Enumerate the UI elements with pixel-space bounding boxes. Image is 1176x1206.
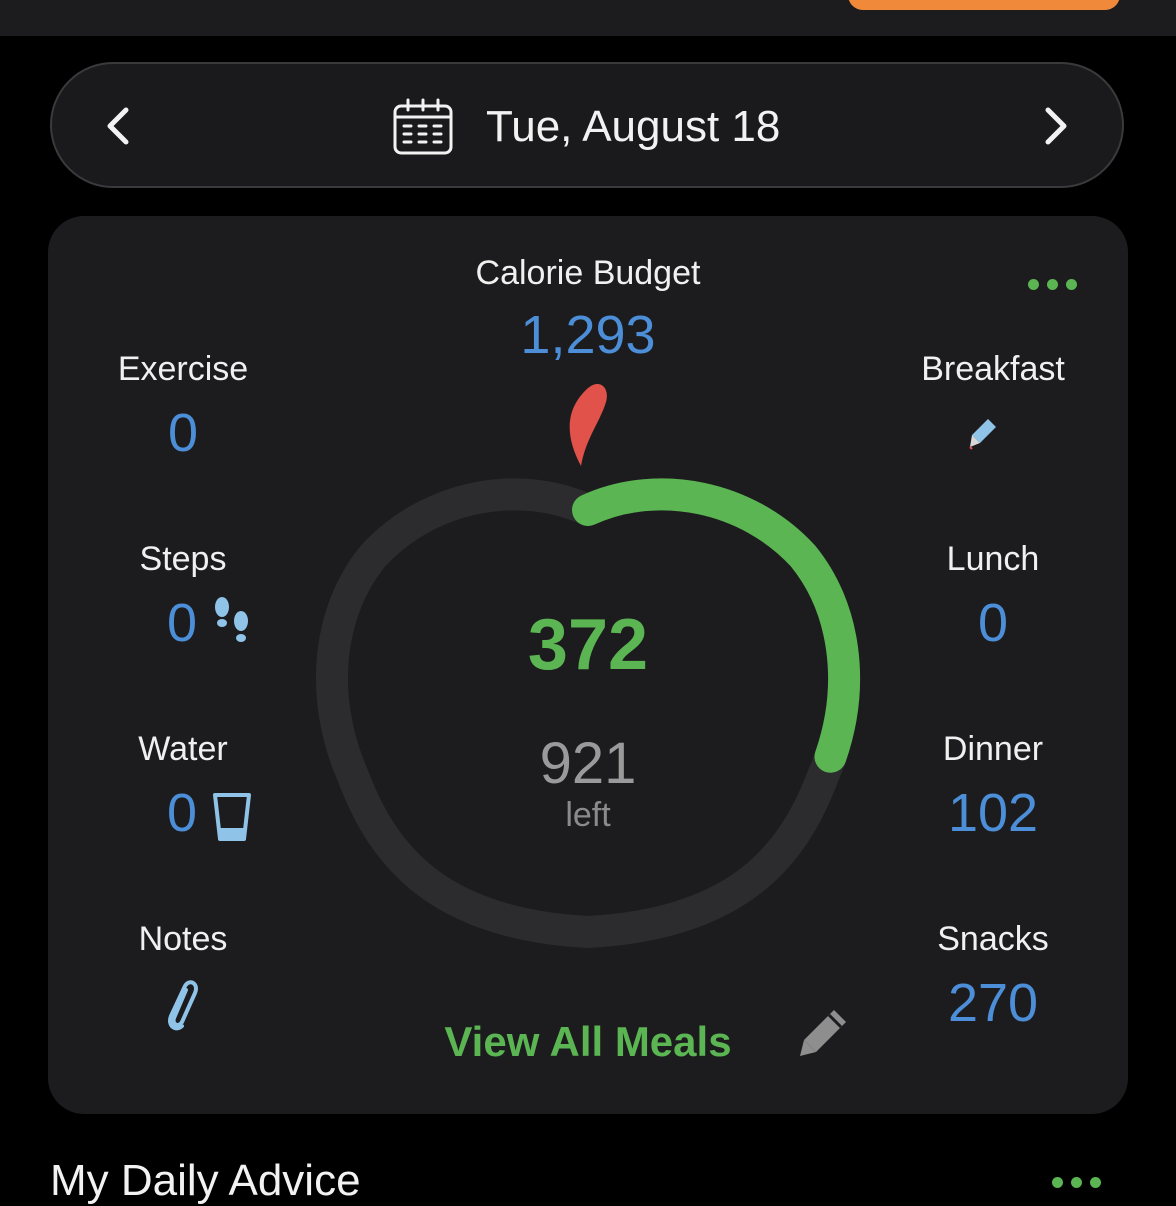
exercise-value: 0: [167, 403, 199, 463]
notes-label: Notes: [138, 920, 228, 958]
calories-left-value: 921: [539, 731, 637, 796]
top-bar: [0, 0, 1176, 36]
dinner-label: Dinner: [942, 730, 1044, 768]
pencil-icon: [969, 419, 996, 450]
advice-more-button[interactable]: [1050, 1168, 1110, 1194]
edit-pencil-icon[interactable]: [796, 1006, 850, 1060]
snacks-value: 270: [947, 973, 1039, 1033]
lunch-value: 0: [977, 593, 1009, 653]
current-date[interactable]: Tue, August 18: [486, 102, 780, 152]
calories-left-label: left: [565, 796, 611, 834]
calories-consumed: 372: [527, 605, 649, 685]
water-glass-icon: [213, 793, 251, 841]
steps-label: Steps: [139, 540, 227, 578]
water-value: 0: [166, 783, 198, 843]
top-action-button[interactable]: [848, 0, 1120, 10]
steps-value: 0: [166, 593, 198, 653]
water-label: Water: [138, 730, 228, 768]
exercise-label: Exercise: [117, 350, 249, 388]
chevron-right-icon[interactable]: [1036, 104, 1076, 148]
calendar-icon[interactable]: [392, 98, 454, 156]
lunch-label: Lunch: [946, 540, 1040, 578]
chevron-left-icon[interactable]: [98, 104, 138, 148]
ring-track: [316, 478, 860, 948]
apple-stem-icon: [569, 383, 607, 466]
footsteps-icon: [215, 597, 248, 642]
paperclip-icon: [168, 980, 198, 1031]
breakfast-label: Breakfast: [921, 350, 1065, 388]
date-navigator: Tue, August 18: [50, 62, 1124, 188]
calorie-summary-card: Calorie Budget 1,293 372 921 left Exerci…: [48, 216, 1128, 1114]
dinner-value: 102: [947, 783, 1039, 843]
daily-advice-title: My Daily Advice: [50, 1156, 361, 1205]
snacks-label: Snacks: [937, 920, 1049, 958]
view-all-meals-link[interactable]: View All Meals: [428, 1018, 748, 1066]
